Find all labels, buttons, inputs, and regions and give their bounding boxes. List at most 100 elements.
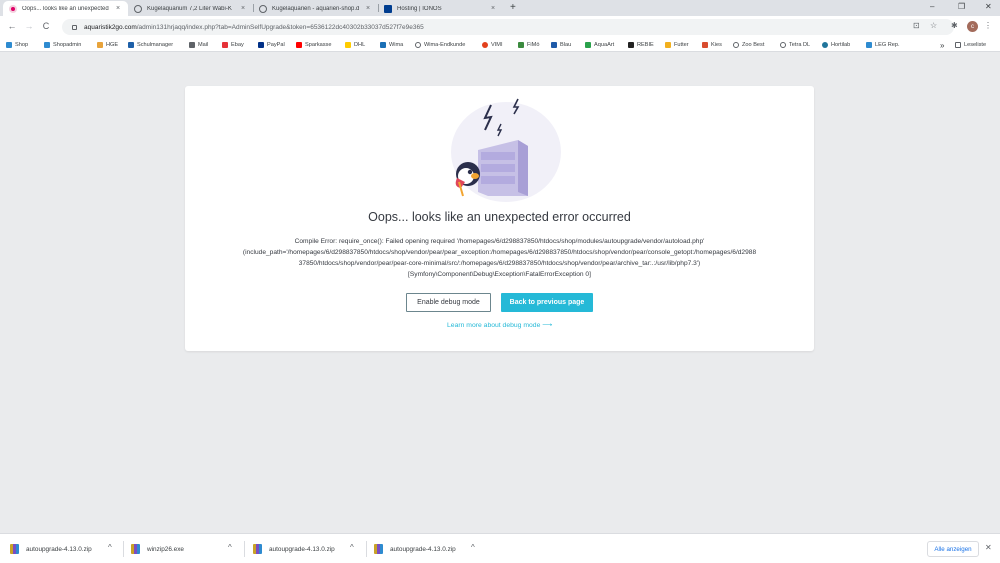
sparkasse-icon <box>296 42 302 48</box>
bookmark-mail[interactable]: Mail <box>189 40 208 50</box>
tab-kugelaquarien[interactable]: Kugelaquarien - aquarien-shop.d × <box>253 1 378 16</box>
download-item[interactable]: winzip26.exe <box>131 542 184 556</box>
tab-ionos[interactable]: Hosting | IONOS × <box>378 1 503 16</box>
tab-error-page[interactable]: Oops... looks like an unexpected × <box>3 1 128 16</box>
bookmark-hortilab[interactable]: Hortilab <box>822 40 850 50</box>
address-bar[interactable]: aquaristik2go.com/admin131hrjaqq/index.p… <box>62 19 954 35</box>
bookmark-label: FiMö <box>527 42 540 48</box>
server-error-illustration <box>451 98 561 202</box>
reading-list-icon <box>955 42 961 48</box>
globe-icon <box>780 42 786 48</box>
download-separator <box>244 541 245 557</box>
zip-file-icon <box>253 544 262 554</box>
bookmark-label: Shop <box>15 42 29 48</box>
bookmark-vimi[interactable]: VIMI <box>482 40 503 50</box>
minimize-button[interactable]: – <box>930 2 934 11</box>
shopping-bag-icon <box>222 42 228 48</box>
bookmark-label: Blau <box>560 42 572 48</box>
close-window-button[interactable]: ✕ <box>985 2 992 11</box>
enable-debug-mode-button[interactable]: Enable debug mode <box>406 293 491 312</box>
bookmark-icon <box>702 42 708 48</box>
bookmark-star-icon[interactable]: ☆ <box>930 21 937 30</box>
reading-list-button[interactable]: Leseliste <box>955 40 986 50</box>
download-filename: autoupgrade-4.13.0.zip <box>269 545 335 553</box>
bookmark-label: REBIE <box>637 42 654 48</box>
bookmark-label: Ebay <box>231 42 244 48</box>
tab-kugelaquarium[interactable]: Kugelaquarium 7,2 Liter Wabi-K × <box>128 1 253 16</box>
download-separator <box>123 541 124 557</box>
new-tab-button[interactable]: + <box>510 2 516 13</box>
reading-list-label: Leseliste <box>964 42 987 48</box>
paypal-icon <box>258 42 264 48</box>
tab-title: Hosting | IONOS <box>397 5 442 12</box>
bookmark-schulmanager[interactable]: Schulmanager <box>128 40 173 50</box>
tab-close-icon[interactable]: × <box>364 5 372 12</box>
learn-debug-mode-link[interactable]: Learn more about debug mode ⟶ <box>185 321 814 329</box>
chevron-up-icon[interactable]: ^ <box>228 543 232 552</box>
bookmark-blau[interactable]: Blau <box>551 40 571 50</box>
chevron-up-icon[interactable]: ^ <box>471 543 475 552</box>
bookmark-icon <box>628 42 634 48</box>
avatar[interactable]: c <box>967 21 978 32</box>
zip-file-icon <box>10 544 19 554</box>
back-button[interactable]: ← <box>6 21 18 31</box>
prestashop-icon <box>9 4 17 13</box>
bookmark-label: LEG Rep. <box>875 42 900 48</box>
lock-icon <box>72 24 77 30</box>
bookmark-label: Wima-Endkunde <box>424 42 466 48</box>
bookmark-fimo[interactable]: FiMö <box>518 40 539 50</box>
bookmark-label: VIMI <box>491 42 503 48</box>
bookmark-label: Kies <box>711 42 722 48</box>
tab-close-icon[interactable]: × <box>489 5 497 12</box>
globe-icon <box>415 42 421 48</box>
bookmark-icon <box>866 42 872 48</box>
download-filename: autoupgrade-4.13.0.zip <box>390 545 456 553</box>
bookmark-shopadmin[interactable]: Shopadmin <box>44 40 81 50</box>
bookmark-aquaart[interactable]: AquaArt <box>585 40 614 50</box>
bookmark-dhl[interactable]: DHL <box>345 40 365 50</box>
maximize-button[interactable]: ❐ <box>958 2 965 11</box>
bookmark-wima-endkunde[interactable]: Wima-Endkunde <box>415 40 465 50</box>
reload-button[interactable]: C <box>40 21 52 31</box>
bookmark-ebay[interactable]: Ebay <box>222 40 244 50</box>
bookmark-leg-rep[interactable]: LEG Rep. <box>866 40 900 50</box>
extensions-icon[interactable]: ✱ <box>951 21 958 30</box>
chevron-up-icon[interactable]: ^ <box>108 543 112 552</box>
bookmarks-bar: Shop Shopadmin HGE Schulmanager Mail Eba… <box>0 38 1000 52</box>
error-line: (include_path='/homepages/6/d298837850/h… <box>242 249 757 256</box>
bookmark-icon <box>97 42 103 48</box>
menu-icon[interactable]: ⋮ <box>984 21 992 30</box>
tab-close-icon[interactable]: × <box>114 5 122 12</box>
close-download-bar-icon[interactable]: ✕ <box>985 543 992 552</box>
tab-title: Oops... looks like an unexpected <box>22 5 109 12</box>
download-bar: autoupgrade-4.13.0.zip ^ winzip26.exe ^ … <box>0 533 1000 563</box>
download-item[interactable]: autoupgrade-4.13.0.zip <box>374 542 456 556</box>
tab-strip: Oops... looks like an unexpected × Kugel… <box>0 0 1000 16</box>
tab-close-icon[interactable]: × <box>239 5 247 12</box>
bookmark-zoo-best[interactable]: Zoo Best <box>733 40 764 50</box>
zip-file-icon <box>374 544 383 554</box>
back-to-previous-page-button[interactable]: Back to previous page <box>501 293 593 312</box>
download-item[interactable]: autoupgrade-4.13.0.zip <box>253 542 335 556</box>
bookmark-kies[interactable]: Kies <box>702 40 722 50</box>
bookmark-label: AquaArt <box>594 42 615 48</box>
chevron-up-icon[interactable]: ^ <box>350 543 354 552</box>
bookmark-rebie[interactable]: REBIE <box>628 40 654 50</box>
graduation-cap-icon <box>128 42 134 48</box>
install-app-icon[interactable]: ⊡ <box>913 21 920 30</box>
error-line: 37850/htdocs/shop/vendor/pear/pear-core-… <box>298 260 701 267</box>
bookmark-paypal[interactable]: PayPal <box>258 40 285 50</box>
error-line: [Symfony\Component\Debug\Exception\Fatal… <box>408 271 591 278</box>
bookmark-tetra-dl[interactable]: Tetra DL <box>780 40 810 50</box>
bookmark-sparkasse[interactable]: Sparkasse <box>296 40 331 50</box>
show-all-downloads-button[interactable]: Alle anzeigen <box>927 541 979 557</box>
bookmark-label: Wima <box>389 42 404 48</box>
bookmark-label: HGE <box>106 42 119 48</box>
bookmark-wima[interactable]: Wima <box>380 40 403 50</box>
forward-button[interactable]: → <box>23 21 35 31</box>
bookmark-shop[interactable]: Shop <box>6 40 28 50</box>
download-item[interactable]: autoupgrade-4.13.0.zip <box>10 542 92 556</box>
bookmark-hge[interactable]: HGE <box>97 40 118 50</box>
bookmark-futter[interactable]: Futter <box>665 40 689 50</box>
bookmarks-overflow-button[interactable]: » <box>940 40 944 50</box>
